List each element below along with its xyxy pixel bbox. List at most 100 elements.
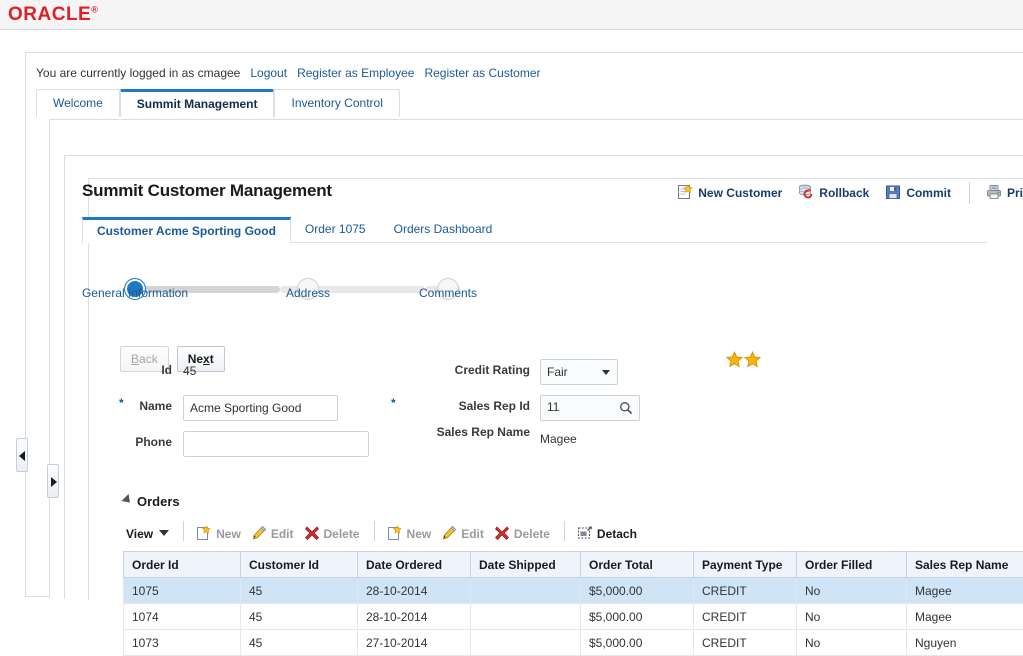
print-button[interactable]: Pri — [986, 182, 1023, 204]
subtab-orders-dashboard[interactable]: Orders Dashboard — [380, 217, 507, 243]
col-sales-rep-name[interactable]: Sales Rep Name — [907, 552, 1023, 578]
login-status-bar: You are currently logged in as cmageeLog… — [36, 66, 541, 82]
splitter-collapse-left[interactable] — [16, 438, 28, 472]
table-row[interactable]: 1074 45 28-10-2014 $5,000.00 CREDIT No M… — [124, 604, 1023, 630]
orders-delete-button-2[interactable]: Delete — [494, 521, 550, 547]
subtab-customer[interactable]: Customer Acme Sporting Good — [82, 217, 291, 243]
register-employee-link[interactable]: Register as Employee — [297, 66, 414, 80]
sub-tab-bar: Customer Acme Sporting GoodOrder 1075Ord… — [82, 217, 506, 243]
cell-customer-id: 45 — [241, 604, 358, 630]
cell-order-total: $5,000.00 — [581, 604, 694, 630]
cell-date-shipped — [471, 578, 581, 604]
table-header-row: Order Id Customer Id Date Ordered Date S… — [124, 552, 1023, 578]
edit-pencil-icon — [251, 524, 267, 540]
sales-rep-id-lov[interactable]: 11 — [540, 395, 640, 421]
table-row[interactable]: 1073 45 27-10-2014 $5,000.00 CREDIT No N… — [124, 630, 1023, 656]
cell-customer-id: 45 — [241, 630, 358, 656]
command-toolbar: New Customer Rollback — [661, 182, 1023, 204]
credit-rating-select[interactable]: Fair — [540, 359, 618, 385]
star-filled-1 — [726, 351, 743, 371]
orders-edit-label-1: Edit — [271, 527, 294, 541]
cell-order-filled: No — [797, 578, 907, 604]
new-icon — [387, 524, 403, 540]
disclosure-triangle-icon[interactable] — [121, 494, 133, 506]
orders-new-button-1[interactable]: New — [196, 521, 241, 547]
field-name: * Name — [46, 395, 172, 421]
logout-link[interactable]: Logout — [250, 66, 287, 80]
orders-delete-button-1[interactable]: Delete — [304, 521, 360, 547]
name-required-indicator: * — [119, 396, 124, 410]
field-name-label: Name — [139, 399, 172, 413]
oracle-wordmark: ORACLE — [8, 4, 91, 25]
orders-new-button-2[interactable]: New — [387, 521, 432, 547]
oracle-brand-bar: ORACLE® — [0, 0, 1023, 30]
cell-date-ordered: 28-10-2014 — [358, 578, 471, 604]
tab-welcome[interactable]: Welcome — [36, 89, 120, 117]
subtab-order[interactable]: Order 1075 — [291, 217, 380, 243]
orders-edit-button-1[interactable]: Edit — [251, 521, 294, 547]
sales-rep-id-required-indicator: * — [391, 396, 396, 410]
col-date-shipped[interactable]: Date Shipped — [471, 552, 581, 578]
field-credit-rating: Credit Rating — [396, 359, 530, 385]
cell-order-filled: No — [797, 630, 907, 656]
commit-button[interactable]: Commit — [885, 182, 951, 204]
new-customer-button[interactable]: New Customer — [677, 182, 782, 204]
tab-summit-management[interactable]: Summit Management — [120, 89, 275, 117]
toolbar-divider-1 — [183, 521, 184, 541]
toolbar-divider — [969, 182, 970, 204]
train-label-general-information[interactable]: General Information — [82, 286, 188, 300]
cell-sales-rep-name: Nguyen — [907, 630, 1023, 656]
new-icon — [196, 524, 212, 540]
cell-payment-type: CREDIT — [694, 578, 797, 604]
field-phone: Phone — [46, 431, 172, 457]
toolbar-divider-3 — [564, 521, 565, 541]
view-menu-button[interactable]: View — [126, 521, 169, 547]
page-frame: You are currently logged in as cmageeLog… — [0, 30, 1023, 597]
orders-edit-label-2: Edit — [461, 527, 484, 541]
col-customer-id[interactable]: Customer Id — [241, 552, 358, 578]
cell-order-id: 1075 — [124, 578, 241, 604]
orders-delete-label-2: Delete — [514, 527, 550, 541]
sales-rep-name-value: Magee — [540, 432, 577, 446]
col-date-ordered[interactable]: Date Ordered — [358, 552, 471, 578]
edit-pencil-icon — [441, 524, 457, 540]
detach-label: Detach — [597, 527, 637, 541]
field-sales-rep-id-label: Sales Rep Id — [459, 399, 530, 413]
tab-inventory-control[interactable]: Inventory Control — [274, 89, 399, 117]
field-id-value: 45 — [183, 364, 196, 378]
orders-toolbar: View New Edit — [126, 521, 647, 547]
register-customer-link[interactable]: Register as Customer — [424, 66, 540, 80]
toolbar-divider-2 — [374, 521, 375, 541]
col-order-id[interactable]: Order Id — [124, 552, 241, 578]
cell-date-ordered: 28-10-2014 — [358, 604, 471, 630]
view-menu-label: View — [126, 527, 153, 541]
train-stepper: General Information Address Comments — [101, 258, 521, 326]
new-customer-icon — [677, 184, 693, 200]
cell-payment-type: CREDIT — [694, 604, 797, 630]
table-row[interactable]: 1075 45 28-10-2014 $5,000.00 CREDIT No M… — [124, 578, 1023, 604]
col-payment-type[interactable]: Payment Type — [694, 552, 797, 578]
phone-input[interactable] — [183, 431, 369, 457]
train-label-comments[interactable]: Comments — [419, 286, 477, 300]
chevron-down-icon — [602, 370, 610, 375]
credit-rating-stars — [726, 351, 762, 371]
col-order-total[interactable]: Order Total — [581, 552, 694, 578]
print-label: Pri — [1007, 186, 1023, 200]
delete-x-icon — [304, 524, 320, 540]
detach-icon — [577, 524, 593, 540]
splitter-collapse-right[interactable] — [47, 464, 59, 498]
field-credit-rating-label: Credit Rating — [455, 363, 530, 377]
train-label-address[interactable]: Address — [286, 286, 330, 300]
cell-sales-rep-name: Magee — [907, 604, 1023, 630]
orders-edit-button-2[interactable]: Edit — [441, 521, 484, 547]
cell-order-id: 1074 — [124, 604, 241, 630]
field-sales-rep-name-label: Sales Rep Name — [430, 425, 530, 439]
detach-button[interactable]: Detach — [577, 521, 637, 547]
orders-table: Order Id Customer Id Date Ordered Date S… — [123, 551, 1023, 656]
col-order-filled[interactable]: Order Filled — [797, 552, 907, 578]
cell-customer-id: 45 — [241, 578, 358, 604]
search-icon[interactable] — [619, 401, 633, 418]
name-input[interactable] — [183, 395, 338, 421]
cell-date-shipped — [471, 630, 581, 656]
rollback-button[interactable]: Rollback — [798, 182, 869, 204]
